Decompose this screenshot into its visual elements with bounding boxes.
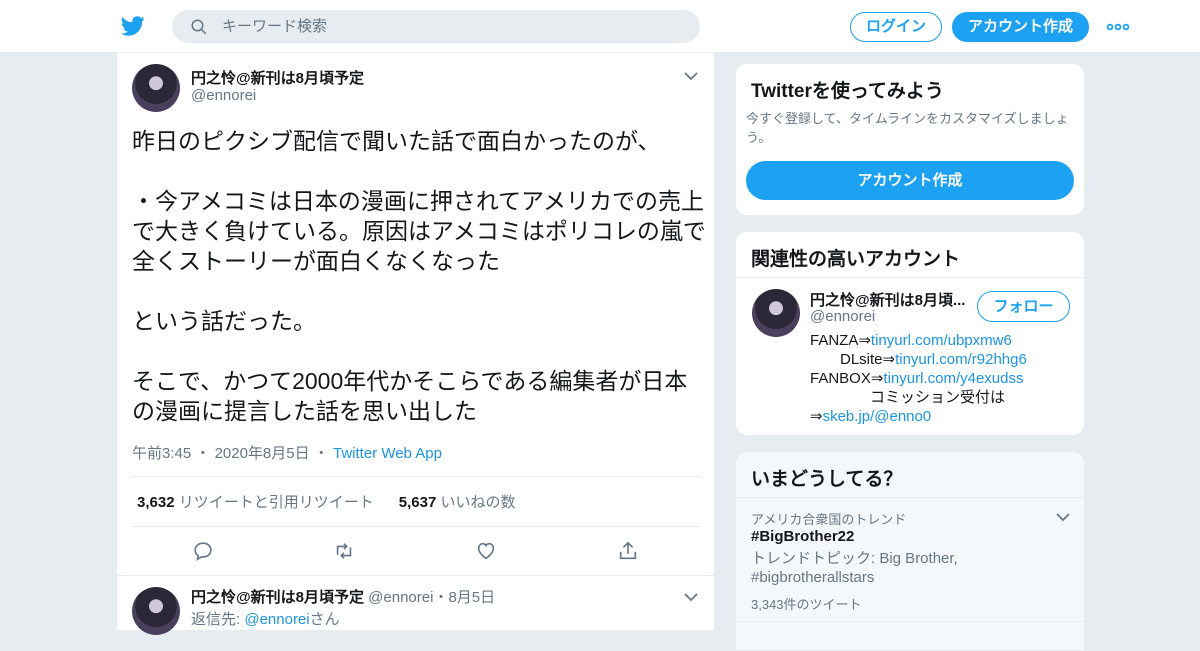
tweet-stats: 3,632 リツイートと引用リツイート 5,637 いいねの数 [137,491,515,512]
signup-button[interactable]: アカウント作成 [952,12,1089,42]
more-options-icon[interactable] [1106,20,1130,34]
related-account-bio: FANZA⇒tinyurl.com/ubpxmw6 DLsite⇒tinyurl… [810,331,1080,426]
reply-date[interactable]: 8月5日 [448,589,495,606]
reply-to-label: 返信先: [191,611,241,628]
avatar[interactable] [752,289,800,337]
related-accounts-title: 関連性の高いアカウント [751,249,961,270]
tweet-source-link[interactable]: Twitter Web App [333,445,442,462]
trend-count: 3,343件のツイート [751,597,862,612]
related-account-name[interactable]: 円之怜@新刊は8月頃... [810,289,965,310]
retweet-count: 3,632 [137,494,175,511]
retweet-stat[interactable]: 3,632 リツイートと引用リツイート [137,494,374,511]
search-box [172,10,700,43]
reply-author-name[interactable]: 円之怜@新刊は8月頃予定 [191,589,364,606]
reply-author-handle[interactable]: @ennorei [368,589,433,606]
trends-title: いまどうしてる？ [751,469,903,490]
trends-card: いまどうしてる？ アメリカ合衆国のトレンド #BigBrother22 トレンド… [735,451,1085,651]
divider [736,621,1084,622]
bio-text: コミッション受付は [870,389,1006,406]
related-account-handle[interactable]: @ennorei [810,308,875,325]
bio-text: DLsite⇒ [840,351,896,368]
chevron-down-icon[interactable] [684,71,698,81]
bio-link[interactable]: tinyurl.com/r92hhg6 [895,351,1027,368]
meta-separator: ・ [313,445,329,462]
signup-card: Twitterを使ってみよう 今すぐ登録して、タイムラインをカスタマイズしましょ… [735,63,1085,216]
retweet-icon[interactable] [333,540,355,562]
signup-card-button[interactable]: アカウント作成 [746,161,1074,200]
like-stat[interactable]: 5,637 いいねの数 [399,494,516,511]
tweet-meta: 午前3:45 ・ 2020年8月5日 ・ Twitter Web App [132,442,442,463]
divider [736,277,1084,278]
twitter-bird-icon[interactable] [120,14,146,38]
tweet-author-handle[interactable]: @ennorei [191,87,256,104]
trend-tag[interactable]: #BigBrother22 [751,528,854,545]
divider [132,526,700,527]
tweet-date[interactable]: 2020年8月5日 [215,445,310,462]
top-bar: ログイン アカウント作成 [0,0,1200,53]
bio-text: ⇒ [810,408,823,425]
related-accounts-card: 関連性の高いアカウント 円之怜@新刊は8月頃... @ennorei フォロー … [735,231,1085,436]
reply-to-suffix: さん [309,611,340,628]
bio-link[interactable]: tinyurl.com/ubpxmw6 [871,332,1012,349]
tweet-time[interactable]: 午前3:45 [132,445,191,462]
signup-card-title: Twitterを使ってみよう [751,81,944,102]
tweet-text: 昨日のピクシブ配信で聞いた話で面白かったのが、 ・今アメコミは日本の漫画に押され… [132,128,706,424]
login-button[interactable]: ログイン [850,12,942,42]
like-icon[interactable] [475,540,497,562]
meta-separator: ・ [195,445,211,462]
retweet-label: リツイートと引用リツイート [178,494,374,511]
chevron-down-icon[interactable] [1056,512,1070,522]
tweet-column: 円之怜@新刊は8月頃予定 @ennorei 昨日のピクシブ配信で聞いた話で面白か… [116,53,715,635]
trend-description: トレンドトピック: Big Brother, #bigbrotherallsta… [751,550,958,586]
trend-location: アメリカ合衆国のトレンド [751,512,907,527]
like-label: いいねの数 [440,494,516,511]
reply-author-line: 円之怜@新刊は8月頃予定 @ennorei・8月5日 [191,586,495,607]
bio-link[interactable]: tinyurl.com/y4exudss [883,370,1023,387]
divider [132,476,700,477]
reply-icon[interactable] [192,540,214,562]
reply-to-line: 返信先: @ennoreiさん [191,608,340,629]
tweet-author-name[interactable]: 円之怜@新刊は8月頃予定 [191,67,364,88]
avatar[interactable] [132,64,180,112]
reply-to-handle[interactable]: @ennorei [244,611,309,628]
divider [736,497,1084,498]
signup-card-subtitle: 今すぐ登録して、タイムラインをカスタマイズしましょう。 [746,111,1069,145]
bio-text: FANZA⇒ [810,332,871,349]
like-count: 5,637 [398,494,437,511]
follow-button[interactable]: フォロー [977,291,1070,322]
share-icon[interactable] [617,540,639,562]
bio-link[interactable]: skeb.jp/@enno0 [823,408,932,425]
search-input[interactable] [222,10,682,43]
reply-tweet[interactable]: 円之怜@新刊は8月頃予定 @ennorei・8月5日 返信先: @ennorei… [117,575,714,635]
search-icon [191,19,207,35]
meta-separator: ・ [433,589,449,606]
chevron-down-icon[interactable] [684,592,698,602]
bio-text: FANBOX⇒ [810,370,884,387]
avatar[interactable] [132,587,180,635]
